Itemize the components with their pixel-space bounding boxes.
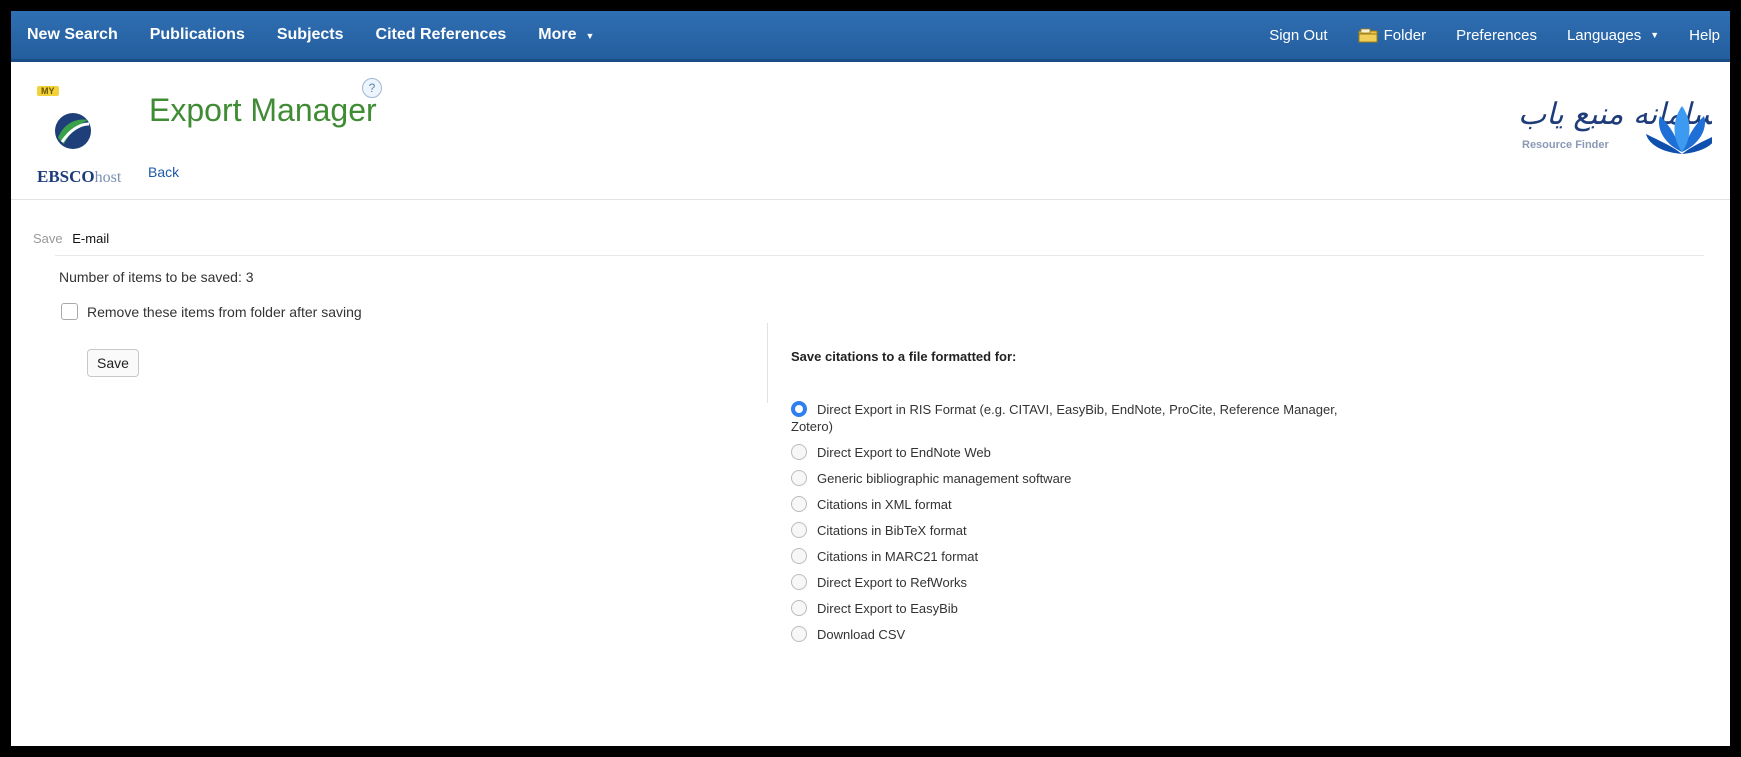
nav-sign-out[interactable]: Sign Out [1269, 27, 1327, 44]
resource-finder-logo: سامانه منبع یاب Resource Finder [1512, 86, 1718, 166]
format-option-marc21[interactable]: Citations in MARC21 format [791, 548, 1351, 565]
nav-subjects[interactable]: Subjects [277, 26, 344, 44]
format-option-generic[interactable]: Generic bibliographic management softwar… [791, 470, 1351, 487]
nav-languages-label: Languages [1566, 26, 1642, 44]
browser-frame: New Search Publications Subjects Cited R… [11, 11, 1730, 746]
page-title: Export Manager [149, 92, 377, 128]
radio-button[interactable] [791, 548, 807, 564]
format-option-label: Generic bibliographic management softwar… [817, 471, 1072, 486]
nav-more[interactable]: More ▼ [538, 26, 594, 44]
radio-button[interactable] [791, 600, 807, 616]
my-badge: MY [37, 86, 59, 96]
svg-text:Resource Finder: Resource Finder [1522, 139, 1610, 151]
nav-new-search[interactable]: New Search [27, 26, 118, 44]
format-option-label: Citations in XML format [817, 497, 952, 512]
format-option-label: Citations in MARC21 format [817, 549, 979, 564]
tab-save[interactable]: Save [33, 231, 63, 246]
nav-cited-references[interactable]: Cited References [376, 26, 507, 44]
format-heading: Save citations to a file formatted for: [791, 349, 1017, 364]
remove-items-label: Remove these items from folder after sav… [87, 303, 362, 320]
help-icon[interactable]: ? [362, 78, 382, 98]
nav-folder-label: Folder [1383, 26, 1427, 44]
tab-email[interactable]: E-mail [72, 231, 109, 246]
nav-left: New Search Publications Subjects Cited R… [27, 11, 626, 59]
format-option-label: Direct Export to EasyBib [817, 601, 958, 616]
ebsco-brand: EBSCO [37, 167, 95, 186]
folder-icon [1358, 28, 1378, 43]
radio-button[interactable] [791, 626, 807, 642]
format-option-easybib[interactable]: Direct Export to EasyBib [791, 600, 1351, 617]
nav-publications[interactable]: Publications [150, 26, 245, 44]
ebsco-logo-icon[interactable] [54, 112, 92, 155]
remove-items-checkbox[interactable] [61, 303, 78, 320]
page-header: MY EBSCOhost Export Manager ? Back سامان… [11, 62, 1730, 200]
radio-button[interactable] [791, 470, 807, 486]
remove-items-row[interactable]: Remove these items from folder after sav… [61, 303, 362, 320]
radio-button[interactable] [791, 444, 807, 460]
ebsco-brand-suffix: host [94, 169, 122, 186]
caret-down-icon: ▼ [1650, 30, 1660, 40]
format-option-endnote-web[interactable]: Direct Export to EndNote Web [791, 444, 1351, 461]
radio-button[interactable] [791, 574, 807, 590]
nav-more-label: More [538, 26, 577, 43]
format-options-list: Direct Export in RIS Format (e.g. CITAVI… [791, 401, 1351, 652]
ebsco-wordmark: EBSCOhost [37, 167, 121, 187]
caret-down-icon: ▼ [585, 31, 595, 41]
nav-help[interactable]: Help [1689, 27, 1720, 44]
panel-divider [767, 323, 768, 403]
format-option-label: Citations in BibTeX format [817, 523, 967, 538]
save-button[interactable]: Save [87, 349, 139, 377]
format-option-label: Direct Export to RefWorks [817, 575, 968, 590]
format-option-label: Direct Export in RIS Format (e.g. CITAVI… [791, 402, 1338, 434]
format-option-bibtex[interactable]: Citations in BibTeX format [791, 522, 1351, 539]
format-option-refworks[interactable]: Direct Export to RefWorks [791, 574, 1351, 591]
top-nav: New Search Publications Subjects Cited R… [11, 11, 1730, 62]
format-option-ris[interactable]: Direct Export in RIS Format (e.g. CITAVI… [791, 401, 1351, 435]
back-link[interactable]: Back [148, 164, 179, 180]
nav-folder[interactable]: Folder [1358, 26, 1427, 44]
radio-button[interactable] [791, 522, 807, 538]
items-count: Number of items to be saved: 3 [59, 269, 254, 285]
format-option-label: Direct Export to EndNote Web [817, 445, 991, 460]
radio-button[interactable] [791, 401, 807, 417]
nav-languages[interactable]: Languages ▼ [1567, 27, 1659, 44]
format-option-csv[interactable]: Download CSV [791, 626, 1351, 643]
radio-button[interactable] [791, 496, 807, 512]
format-option-label: Download CSV [817, 627, 906, 642]
export-tabs: Save E-mail [33, 231, 109, 246]
nav-right: Sign Out Folder Preferences Languages ▼ H… [1239, 11, 1720, 59]
tabs-divider [55, 255, 1704, 256]
format-option-xml[interactable]: Citations in XML format [791, 496, 1351, 513]
nav-preferences[interactable]: Preferences [1456, 27, 1537, 44]
